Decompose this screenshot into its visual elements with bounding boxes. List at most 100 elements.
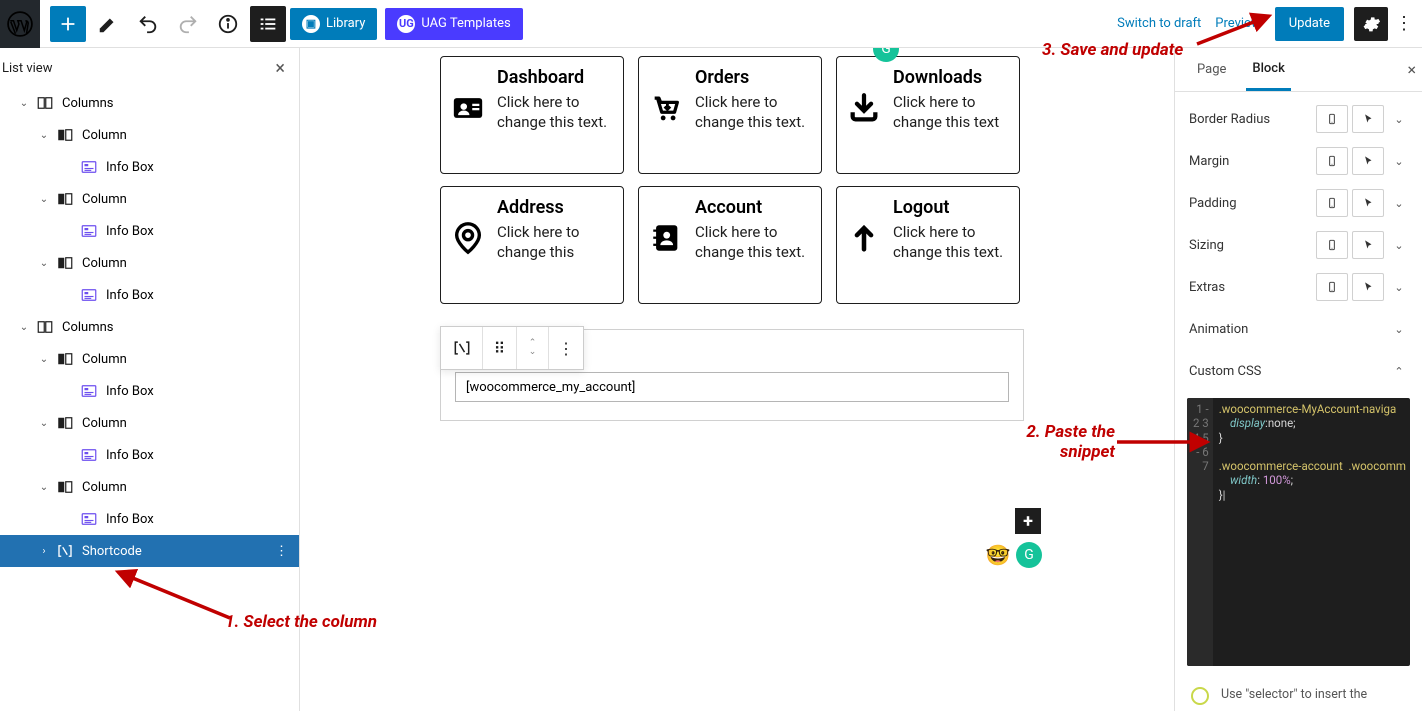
library-button[interactable]: ▣Library (290, 8, 377, 40)
wordpress-logo[interactable] (0, 0, 40, 48)
tree-row-selected[interactable]: › Shortcode ⋮ (0, 535, 299, 567)
tree-row[interactable]: ⌄ Column (0, 247, 299, 279)
columns-icon (34, 318, 56, 336)
shortcode-icon (54, 542, 76, 560)
infobox-card[interactable]: DownloadsClick here to change this text (836, 56, 1020, 174)
prop-margin[interactable]: Margin ⌄ (1175, 140, 1422, 182)
device-pointer-button[interactable] (1352, 105, 1384, 133)
chevron-down-icon[interactable]: ⌄ (14, 322, 34, 333)
tree-row[interactable]: ⌄Columns (0, 87, 299, 119)
device-pointer-button[interactable] (1352, 189, 1384, 217)
row-more-icon[interactable]: ⋮ (275, 544, 289, 559)
tree-item-label: Column (82, 352, 127, 367)
chevron-down-icon[interactable]: ⌄ (1390, 155, 1408, 168)
prop-border-radius[interactable]: Border Radius ⌄ (1175, 98, 1422, 140)
device-mobile-button[interactable] (1316, 105, 1348, 133)
infobox-card[interactable]: OrdersClick here to change this text. (638, 56, 822, 174)
update-button[interactable]: Update (1275, 7, 1344, 41)
chevron-down-icon[interactable]: ⌄ (34, 258, 54, 269)
tree-item-label: Column (82, 480, 127, 495)
tree-row[interactable]: ⌄Column (0, 407, 299, 439)
prop-animation[interactable]: Animation ⌄ (1175, 308, 1422, 350)
listview-title: List view (2, 61, 52, 76)
tree-row[interactable]: ⌄ Column (0, 471, 299, 503)
tree-row[interactable]: Info Box (0, 503, 299, 535)
more-menu-button[interactable]: ⋮ (1392, 13, 1416, 34)
tree-row[interactable]: Info Box (0, 279, 299, 311)
card-title: Logout (893, 197, 1011, 218)
tree-item-label: Column (82, 256, 127, 271)
listview-toggle-button[interactable] (250, 6, 286, 42)
infobox-card[interactable]: AccountClick here to change this text. (638, 186, 822, 304)
prop-label: Animation (1189, 322, 1248, 337)
info-button[interactable] (210, 6, 246, 42)
card-text: Click here to change this (497, 222, 615, 263)
tree-row[interactable]: ⌄Column (0, 119, 299, 151)
prop-custom-css[interactable]: Custom CSS⌃ (1175, 350, 1422, 392)
infobox-card[interactable]: DashboardClick here to change this text. (440, 56, 624, 174)
tree-item-label: Shortcode (82, 544, 142, 559)
pin-icon (447, 197, 489, 293)
chevron-down-icon[interactable]: ⌄ (34, 418, 54, 429)
block-type-button[interactable] (441, 327, 483, 369)
device-mobile-button[interactable] (1316, 273, 1348, 301)
tree-row[interactable]: Info Box (0, 151, 299, 183)
chevron-down-icon[interactable]: ⌄ (34, 130, 54, 141)
tree-row[interactable]: Info Box (0, 375, 299, 407)
chevron-up-icon[interactable]: ⌃ (1390, 365, 1408, 378)
prop-padding[interactable]: Padding ⌄ (1175, 182, 1422, 224)
tree-row[interactable]: Info Box (0, 215, 299, 247)
card-title: Account (695, 197, 813, 218)
chevron-down-icon[interactable]: ⌄ (1390, 281, 1408, 294)
device-mobile-button[interactable] (1316, 231, 1348, 259)
chevron-down-icon[interactable]: ⌄ (1390, 239, 1408, 252)
card-title: Downloads (893, 67, 1011, 88)
block-more-button[interactable]: ⋮ (549, 327, 583, 369)
infobox-icon (78, 286, 100, 304)
tab-block[interactable]: Block (1246, 48, 1290, 91)
tree-row[interactable]: ⌄Columns (0, 311, 299, 343)
grammarly-icon[interactable]: G (1016, 542, 1042, 568)
device-pointer-button[interactable] (1352, 231, 1384, 259)
infobox-card[interactable]: LogoutClick here to change this text. (836, 186, 1020, 304)
chevron-down-icon[interactable]: ⌄ (34, 354, 54, 365)
infobox-card[interactable]: AddressClick here to change this (440, 186, 624, 304)
settings-button[interactable] (1354, 7, 1388, 41)
tree-row[interactable]: ⌄ Column (0, 183, 299, 215)
edit-mode-button[interactable] (90, 6, 126, 42)
prop-label: Sizing (1189, 238, 1224, 253)
preview-link[interactable]: Preview (1215, 16, 1260, 31)
column-icon (54, 414, 76, 432)
shortcode-input[interactable] (455, 372, 1009, 402)
tree-row[interactable]: ⌄ Column (0, 343, 299, 375)
chevron-down-icon[interactable]: ⌄ (1390, 197, 1408, 210)
prop-sizing[interactable]: Sizing ⌄ (1175, 224, 1422, 266)
device-mobile-button[interactable] (1316, 189, 1348, 217)
chevron-down-icon[interactable]: ⌄ (1390, 323, 1408, 336)
prop-label: Margin (1189, 154, 1229, 169)
move-updown-button[interactable]: ⌃⌄ (517, 327, 549, 369)
chevron-down-icon[interactable]: ⌄ (34, 482, 54, 493)
close-icon[interactable]: × (1407, 60, 1416, 79)
chevron-down-icon[interactable]: ⌄ (1390, 113, 1408, 126)
css-editor[interactable]: 1 - 2 3 4 5 - 6 7 .woocommerce-MyAccount… (1187, 398, 1410, 666)
add-block-button[interactable] (50, 6, 86, 42)
redo-button[interactable] (170, 6, 206, 42)
close-icon[interactable]: × (275, 58, 285, 79)
chevron-down-icon[interactable]: ⌄ (34, 194, 54, 205)
tree-item-label: Column (82, 192, 127, 207)
uag-templates-button[interactable]: UGUAG Templates (385, 8, 522, 40)
device-mobile-button[interactable] (1316, 147, 1348, 175)
chevron-right-icon[interactable]: › (34, 546, 54, 557)
inserter-button[interactable]: + (1015, 508, 1041, 534)
device-pointer-button[interactable] (1352, 273, 1384, 301)
undo-button[interactable] (130, 6, 166, 42)
chevron-down-icon[interactable]: ⌄ (14, 98, 34, 109)
device-pointer-button[interactable] (1352, 147, 1384, 175)
tab-page[interactable]: Page (1191, 48, 1232, 91)
drag-handle-icon[interactable]: ⠿ (483, 327, 517, 369)
tree-row[interactable]: Info Box (0, 439, 299, 471)
tree-item-label: Info Box (106, 384, 154, 399)
switch-to-draft-link[interactable]: Switch to draft (1117, 16, 1201, 31)
prop-extras[interactable]: Extras ⌄ (1175, 266, 1422, 308)
